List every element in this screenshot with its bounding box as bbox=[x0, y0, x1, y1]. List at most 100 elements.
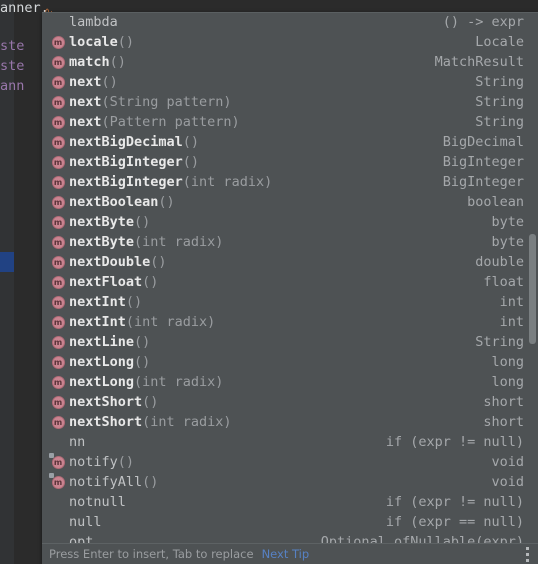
completion-item-label: notifyAll() bbox=[69, 472, 491, 492]
completion-item-params: () bbox=[109, 54, 126, 70]
completion-item-params: () bbox=[101, 74, 118, 90]
method-icon: m bbox=[47, 132, 69, 152]
completion-item-label: null bbox=[69, 512, 386, 532]
next-tip-link[interactable]: Next Tip bbox=[262, 547, 310, 561]
completion-item[interactable]: m nextShort() short bbox=[42, 392, 538, 412]
completion-item-type: MatchResult bbox=[434, 54, 524, 70]
editor-selection-highlight-left bbox=[0, 252, 14, 272]
completion-item-label: nextDouble() bbox=[69, 252, 475, 272]
completion-item[interactable]: notnull if (expr != null) bbox=[42, 492, 538, 512]
completion-item-name: nextLong bbox=[69, 374, 135, 390]
method-icon: m bbox=[47, 172, 69, 192]
inherited-marker-icon bbox=[49, 473, 54, 478]
method-icon-glyph: m bbox=[51, 415, 65, 429]
completion-item-type: () -> expr bbox=[442, 14, 524, 30]
completion-item[interactable]: nn if (expr != null) bbox=[42, 432, 538, 452]
no-icon-spacer bbox=[47, 12, 69, 32]
completion-item-name: next bbox=[69, 114, 102, 130]
completion-item-type: BigInteger bbox=[442, 154, 524, 170]
completion-item[interactable]: lambda () -> expr bbox=[42, 12, 538, 32]
completion-item[interactable]: m nextLong(int radix) long bbox=[42, 372, 538, 392]
completion-item[interactable]: m locale() Locale bbox=[42, 32, 538, 52]
completion-item[interactable]: m nextByte(int radix) byte bbox=[42, 232, 538, 252]
method-icon-glyph: m bbox=[51, 395, 65, 409]
method-icon: m bbox=[47, 332, 69, 352]
method-icon: m bbox=[47, 152, 69, 172]
completion-item-list[interactable]: lambda() -> expr m locale() Locale m match() M… bbox=[42, 12, 538, 543]
completion-item-label: nextByte(int radix) bbox=[69, 232, 491, 252]
method-icon-glyph: m bbox=[51, 255, 65, 269]
completion-item[interactable]: m nextInt(int radix) int bbox=[42, 312, 538, 332]
no-icon-spacer bbox=[47, 532, 69, 543]
method-icon-glyph: m bbox=[51, 55, 65, 69]
completion-item-name: nextByte bbox=[69, 214, 135, 230]
method-icon: m bbox=[47, 212, 69, 232]
completion-item[interactable]: m next(Pattern pattern) String bbox=[42, 112, 538, 132]
completion-item-label: locale() bbox=[69, 32, 475, 52]
completion-item-label: notify() bbox=[69, 452, 491, 472]
completion-scrollbar[interactable] bbox=[528, 12, 538, 543]
method-icon-glyph: m bbox=[51, 235, 65, 249]
completion-item-label: nextBigDecimal() bbox=[69, 132, 443, 152]
scrollbar-thumb[interactable] bbox=[529, 234, 536, 344]
completion-item[interactable]: m nextLine() String bbox=[42, 332, 538, 352]
completion-item[interactable]: m nextDouble() double bbox=[42, 252, 538, 272]
completion-item[interactable]: m notifyAll() void bbox=[42, 472, 538, 492]
code-completion-popup[interactable]: lambda() -> expr m locale() Locale m match() M… bbox=[42, 12, 538, 564]
method-icon-glyph: m bbox=[51, 75, 65, 89]
method-icon: m bbox=[47, 92, 69, 112]
completion-item-label: nextBigInteger() bbox=[69, 152, 443, 172]
completion-item-params: (Pattern pattern) bbox=[101, 114, 240, 130]
completion-item-name: nextLong bbox=[69, 354, 135, 370]
completion-item-label: lambda bbox=[69, 12, 443, 32]
completion-item-type: Optional.ofNullable(expr) bbox=[320, 534, 524, 543]
completion-item-params: () bbox=[134, 334, 151, 350]
completion-item[interactable]: m nextBoolean() boolean bbox=[42, 192, 538, 212]
inherited-method-icon: m bbox=[47, 452, 69, 472]
completion-item-params: (String pattern) bbox=[101, 94, 232, 110]
no-icon-spacer bbox=[47, 512, 69, 532]
completion-item[interactable]: m next(String pattern) String bbox=[42, 92, 538, 112]
completion-item-params: (int radix) bbox=[142, 414, 232, 430]
completion-item-params: () bbox=[142, 394, 159, 410]
completion-item-params: () bbox=[142, 474, 159, 490]
completion-item[interactable]: m nextFloat() float bbox=[42, 272, 538, 292]
completion-item[interactable]: null if (expr == null) bbox=[42, 512, 538, 532]
completion-item[interactable]: m nextBigDecimal() BigDecimal bbox=[42, 132, 538, 152]
completion-item[interactable]: m next() String bbox=[42, 72, 538, 92]
completion-item[interactable]: m nextBigInteger(int radix) BigInteger bbox=[42, 172, 538, 192]
completion-item-params: () bbox=[134, 214, 151, 230]
completion-item-name: lambda bbox=[69, 14, 118, 30]
method-icon: m bbox=[47, 392, 69, 412]
completion-item-name: notifyAll bbox=[69, 474, 143, 490]
completion-item[interactable]: m nextInt() int bbox=[42, 292, 538, 312]
kebab-menu-icon[interactable] bbox=[522, 547, 532, 562]
method-icon-glyph: m bbox=[51, 155, 65, 169]
editor-code-line: ste bbox=[0, 38, 25, 54]
completion-item[interactable]: m nextShort(int radix) short bbox=[42, 412, 538, 432]
completion-item-params: (int radix) bbox=[125, 314, 216, 330]
completion-item[interactable]: m nextBigInteger() BigInteger bbox=[42, 152, 538, 172]
method-icon-glyph: m bbox=[51, 315, 65, 329]
completion-item-label: nextLong() bbox=[69, 352, 491, 372]
completion-item-params: (int radix) bbox=[182, 174, 273, 190]
completion-item-type: if (expr != null) bbox=[385, 494, 524, 510]
completion-item-params: () bbox=[158, 194, 175, 210]
completion-item-name: next bbox=[69, 74, 102, 90]
completion-item-name: nextShort bbox=[69, 394, 143, 410]
completion-item[interactable]: m nextByte() byte bbox=[42, 212, 538, 232]
method-icon-glyph: m bbox=[51, 295, 65, 309]
completion-item[interactable]: m match() MatchResult bbox=[42, 52, 538, 72]
completion-item[interactable]: m notify() void bbox=[42, 452, 538, 472]
completion-item-name: nextFloat bbox=[69, 274, 143, 290]
completion-item-type: BigInteger bbox=[442, 174, 524, 190]
method-icon-glyph: m bbox=[51, 35, 65, 49]
completion-item-label: next() bbox=[69, 72, 475, 92]
editor-code-line: ste bbox=[0, 58, 25, 74]
completion-item[interactable]: opt Optional.ofNullable(expr) bbox=[42, 532, 538, 543]
completion-item-label: nextLong(int radix) bbox=[69, 372, 491, 392]
completion-item[interactable]: m nextLong() long bbox=[42, 352, 538, 372]
method-icon-glyph: m bbox=[51, 175, 65, 189]
completion-item-label: nextInt(int radix) bbox=[69, 312, 500, 332]
completion-item-label: nextShort() bbox=[69, 392, 483, 412]
